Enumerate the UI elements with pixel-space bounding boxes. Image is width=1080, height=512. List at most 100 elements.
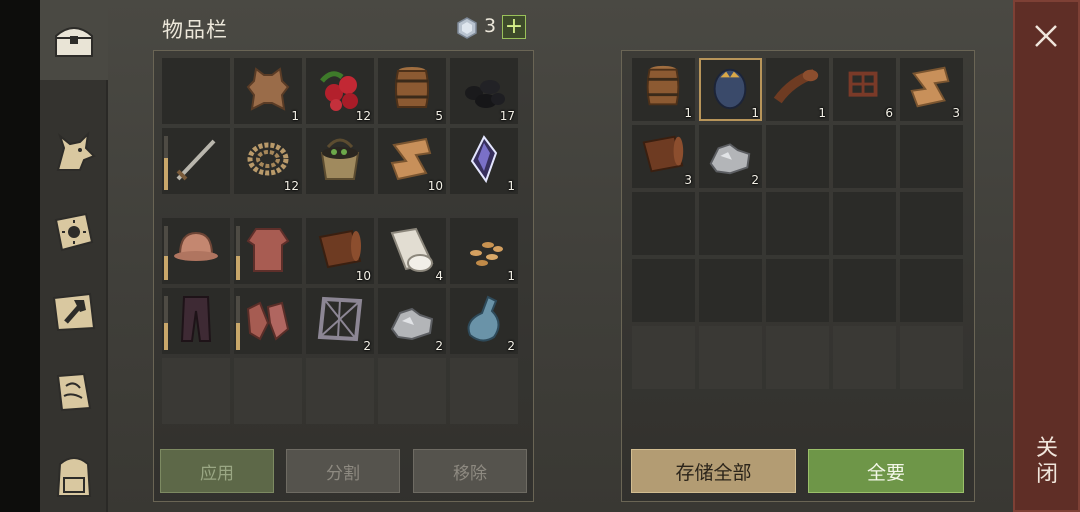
tab-pets[interactable] bbox=[40, 120, 108, 188]
iron-ore-icon bbox=[709, 143, 751, 175]
tab-crafting[interactable] bbox=[40, 278, 108, 346]
inventory-title: 物品栏 bbox=[162, 18, 228, 42]
equipment-slot[interactable] bbox=[162, 288, 230, 354]
storage-slot[interactable] bbox=[900, 259, 963, 322]
item-count: 4 bbox=[435, 269, 443, 283]
storage-slot[interactable] bbox=[632, 259, 695, 322]
storage-grid: 1 1 1 6 3 3 2 bbox=[632, 58, 963, 456]
fabric-roll-icon bbox=[390, 227, 434, 272]
item-count: 17 bbox=[499, 109, 515, 123]
storage-slot[interactable] bbox=[900, 192, 963, 255]
barrel-icon bbox=[646, 65, 680, 106]
locked-slot bbox=[306, 358, 374, 424]
storage-slot[interactable]: 1 bbox=[632, 58, 695, 121]
equipment-slot[interactable]: 2 bbox=[450, 288, 518, 354]
berries-icon bbox=[320, 71, 358, 111]
leather-roll-icon bbox=[318, 229, 362, 269]
equipment-slot[interactable]: 2 bbox=[378, 288, 446, 354]
inventory-slot[interactable] bbox=[162, 58, 230, 124]
store-all-button[interactable]: 存储全部 bbox=[631, 449, 796, 493]
storage-slot[interactable] bbox=[632, 192, 695, 255]
locked-slot bbox=[766, 326, 829, 389]
rope-icon bbox=[247, 142, 289, 176]
barrel-icon bbox=[395, 67, 429, 108]
split-button[interactable]: 分割 bbox=[286, 449, 400, 493]
locked-slot bbox=[833, 326, 896, 389]
durability-bar bbox=[236, 296, 240, 350]
item-count: 1 bbox=[291, 109, 299, 123]
item-count: 1 bbox=[507, 269, 515, 283]
item-count: 1 bbox=[818, 106, 826, 120]
locked-slot bbox=[378, 358, 446, 424]
durability-fill bbox=[164, 255, 168, 280]
storage-slot-selected[interactable]: 1 bbox=[699, 58, 762, 121]
scrap-icon bbox=[848, 71, 878, 97]
chainmail-icon bbox=[246, 228, 290, 272]
pants-icon bbox=[180, 296, 212, 342]
leather-roll-icon bbox=[642, 135, 684, 173]
locked-slot bbox=[162, 358, 230, 424]
durability-bar bbox=[164, 136, 168, 190]
equipment-slot[interactable]: 1 bbox=[450, 218, 518, 284]
tab-map[interactable] bbox=[40, 358, 108, 426]
inventory-slot[interactable]: 17 bbox=[450, 58, 518, 124]
inventory-slot[interactable]: 5 bbox=[378, 58, 446, 124]
storage-slot[interactable] bbox=[766, 259, 829, 322]
item-count: 1 bbox=[684, 106, 692, 120]
inventory-slot[interactable]: 10 bbox=[378, 128, 446, 194]
leather-strip-icon bbox=[773, 68, 819, 104]
inventory-slot[interactable] bbox=[162, 128, 230, 194]
item-count: 12 bbox=[355, 109, 371, 123]
locked-slot bbox=[632, 326, 695, 389]
equipment-slot[interactable] bbox=[162, 218, 230, 284]
close-icon[interactable] bbox=[1032, 22, 1060, 50]
storage-slot[interactable]: 3 bbox=[632, 125, 695, 188]
equipment-slot[interactable]: 4 bbox=[378, 218, 446, 284]
inventory-slot[interactable]: 1 bbox=[234, 58, 302, 124]
storage-slot[interactable] bbox=[766, 192, 829, 255]
storage-slot[interactable]: 1 bbox=[766, 58, 829, 121]
item-count: 10 bbox=[427, 179, 443, 193]
add-slots-button[interactable]: + bbox=[502, 15, 526, 39]
close-label[interactable]: 关闭 bbox=[1034, 436, 1060, 488]
apply-button[interactable]: 应用 bbox=[160, 449, 274, 493]
inventory-slot[interactable]: 1 bbox=[450, 128, 518, 194]
durability-fill bbox=[236, 255, 240, 280]
cloth-icon bbox=[390, 137, 432, 181]
inventory-slot[interactable]: 12 bbox=[234, 128, 302, 194]
basket-icon bbox=[320, 138, 360, 180]
equipment-slot[interactable] bbox=[234, 288, 302, 354]
crystal-icon bbox=[470, 135, 498, 184]
tab-skills[interactable] bbox=[40, 198, 108, 266]
locked-slot bbox=[699, 326, 762, 389]
equipment-slot[interactable]: 2 bbox=[306, 288, 374, 354]
tab-character[interactable] bbox=[40, 440, 108, 508]
storage-slot[interactable] bbox=[699, 192, 762, 255]
item-count: 2 bbox=[507, 339, 515, 353]
remove-button[interactable]: 移除 bbox=[413, 449, 527, 493]
equipment-slot[interactable] bbox=[234, 218, 302, 284]
backpack-icon bbox=[56, 457, 92, 497]
gem-count: 3 bbox=[484, 15, 497, 37]
storage-slot[interactable] bbox=[833, 192, 896, 255]
storage-slot[interactable]: 3 bbox=[900, 58, 963, 121]
sword-icon bbox=[176, 139, 216, 181]
storage-slot[interactable] bbox=[699, 259, 762, 322]
inventory-slot[interactable] bbox=[306, 128, 374, 194]
storage-slot[interactable] bbox=[766, 125, 829, 188]
storage-slot[interactable]: 2 bbox=[699, 125, 762, 188]
gem-icon bbox=[457, 17, 477, 39]
take-all-button[interactable]: 全要 bbox=[808, 449, 964, 493]
gloves-icon bbox=[246, 301, 290, 341]
item-count: 1 bbox=[751, 106, 759, 120]
tab-inventory[interactable] bbox=[40, 0, 108, 80]
storage-slot[interactable] bbox=[833, 125, 896, 188]
storage-slot[interactable] bbox=[900, 125, 963, 188]
storage-slot[interactable] bbox=[833, 259, 896, 322]
inventory-slot[interactable]: 12 bbox=[306, 58, 374, 124]
storage-slot[interactable]: 6 bbox=[833, 58, 896, 121]
iron-ore-icon bbox=[390, 307, 434, 341]
frame-icon bbox=[317, 296, 363, 342]
equipment-slot[interactable]: 10 bbox=[306, 218, 374, 284]
item-count: 1 bbox=[507, 179, 515, 193]
